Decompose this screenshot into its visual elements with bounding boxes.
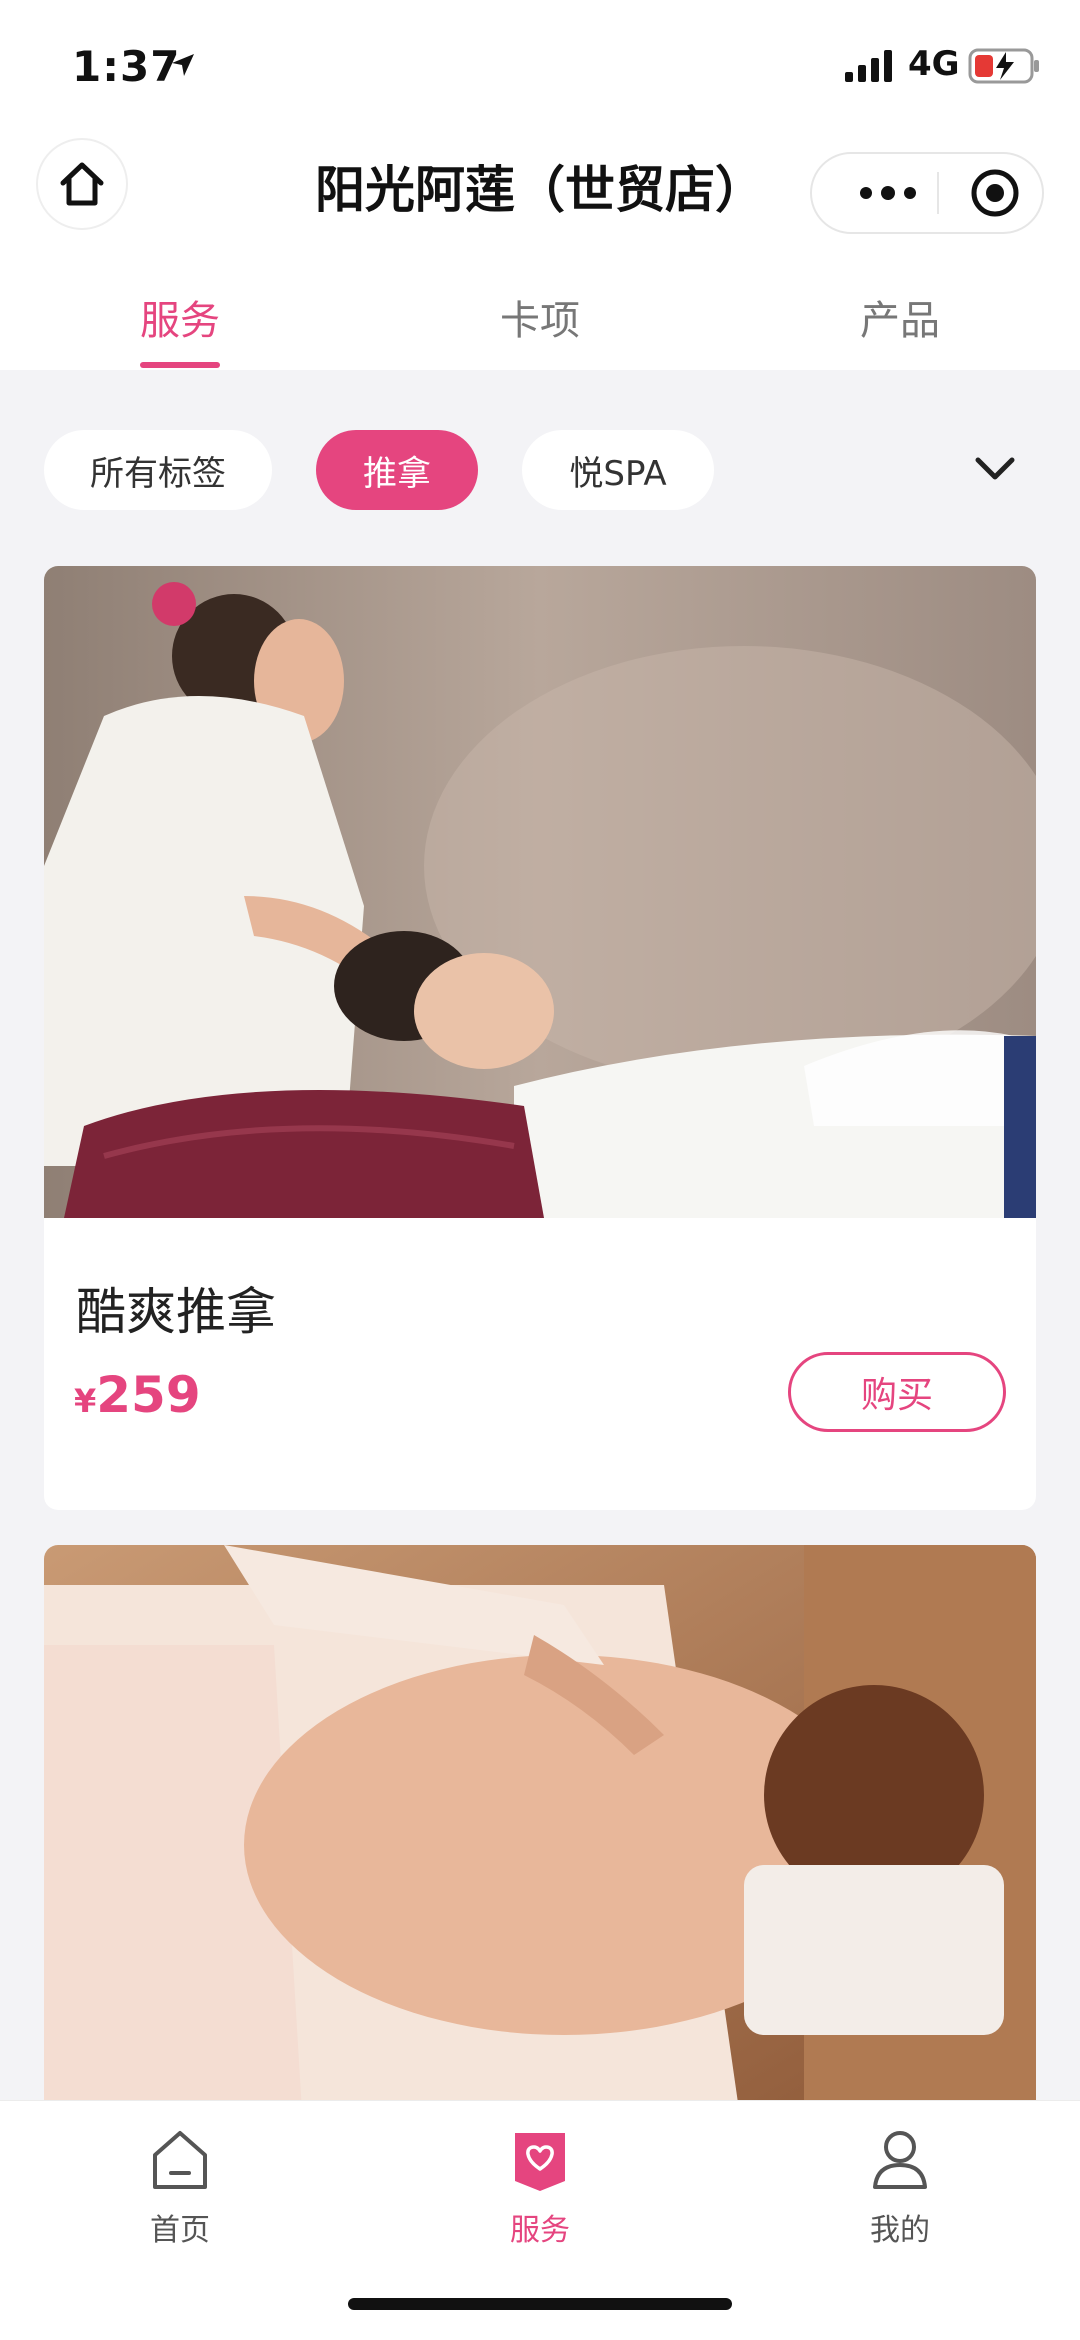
active-tab-indicator	[140, 362, 220, 368]
mini-program-capsule	[810, 152, 1044, 234]
signal-icon	[845, 50, 892, 82]
more-button[interactable]	[838, 154, 938, 232]
status-bar: 1:37 4G	[0, 0, 1080, 130]
price-value: 259	[96, 1366, 201, 1424]
tabbar-label: 我的	[870, 2213, 930, 2248]
more-dots-icon	[860, 186, 916, 200]
close-button[interactable]	[960, 154, 1030, 232]
tabbar-item-home[interactable]: 首页	[80, 2127, 280, 2249]
heart-bag-icon	[515, 2133, 565, 2191]
network-type: 4G	[908, 44, 960, 84]
chip-spa[interactable]: 悦SPA	[522, 430, 714, 510]
tab-services[interactable]: 服务	[30, 288, 330, 346]
tabbar-label: 服务	[510, 2213, 570, 2248]
tabbar-item-services[interactable]: 服务	[440, 2127, 640, 2249]
product-card[interactable]	[44, 1545, 1036, 2145]
tag-filter-bar: 所有标签 推拿 悦SPA	[0, 370, 1080, 560]
location-arrow-icon	[172, 54, 194, 76]
navigation-bar: 阳光阿莲（世贸店）	[0, 130, 1080, 250]
massage-photo	[44, 566, 1036, 1218]
home-icon	[153, 2131, 207, 2189]
capsule-divider	[937, 172, 939, 214]
chevron-down-icon[interactable]	[970, 450, 1020, 490]
user-icon	[873, 2131, 927, 2189]
currency-symbol: ¥	[74, 1382, 97, 1420]
home-indicator	[348, 2298, 732, 2310]
chip-massage[interactable]: 推拿	[316, 430, 478, 510]
category-tabs: 服务 卡项 产品	[0, 250, 1080, 370]
buy-button[interactable]: 购买	[788, 1352, 1006, 1432]
tabbar-label: 首页	[150, 2213, 210, 2248]
battery-charging-icon	[968, 48, 1039, 84]
chip-all-tags[interactable]: 所有标签	[44, 430, 272, 510]
product-card[interactable]: 酷爽推拿 ¥259 购买	[44, 566, 1036, 1510]
status-time: 1:37	[72, 42, 181, 91]
tabbar-item-me[interactable]: 我的	[800, 2127, 1000, 2249]
target-icon	[971, 169, 1019, 217]
tab-cards[interactable]: 卡项	[390, 288, 690, 346]
product-price: ¥259	[74, 1366, 201, 1424]
massage-photo	[44, 1545, 1036, 2145]
product-name: 酷爽推拿	[76, 1283, 276, 1341]
tab-products[interactable]: 产品	[750, 288, 1050, 346]
